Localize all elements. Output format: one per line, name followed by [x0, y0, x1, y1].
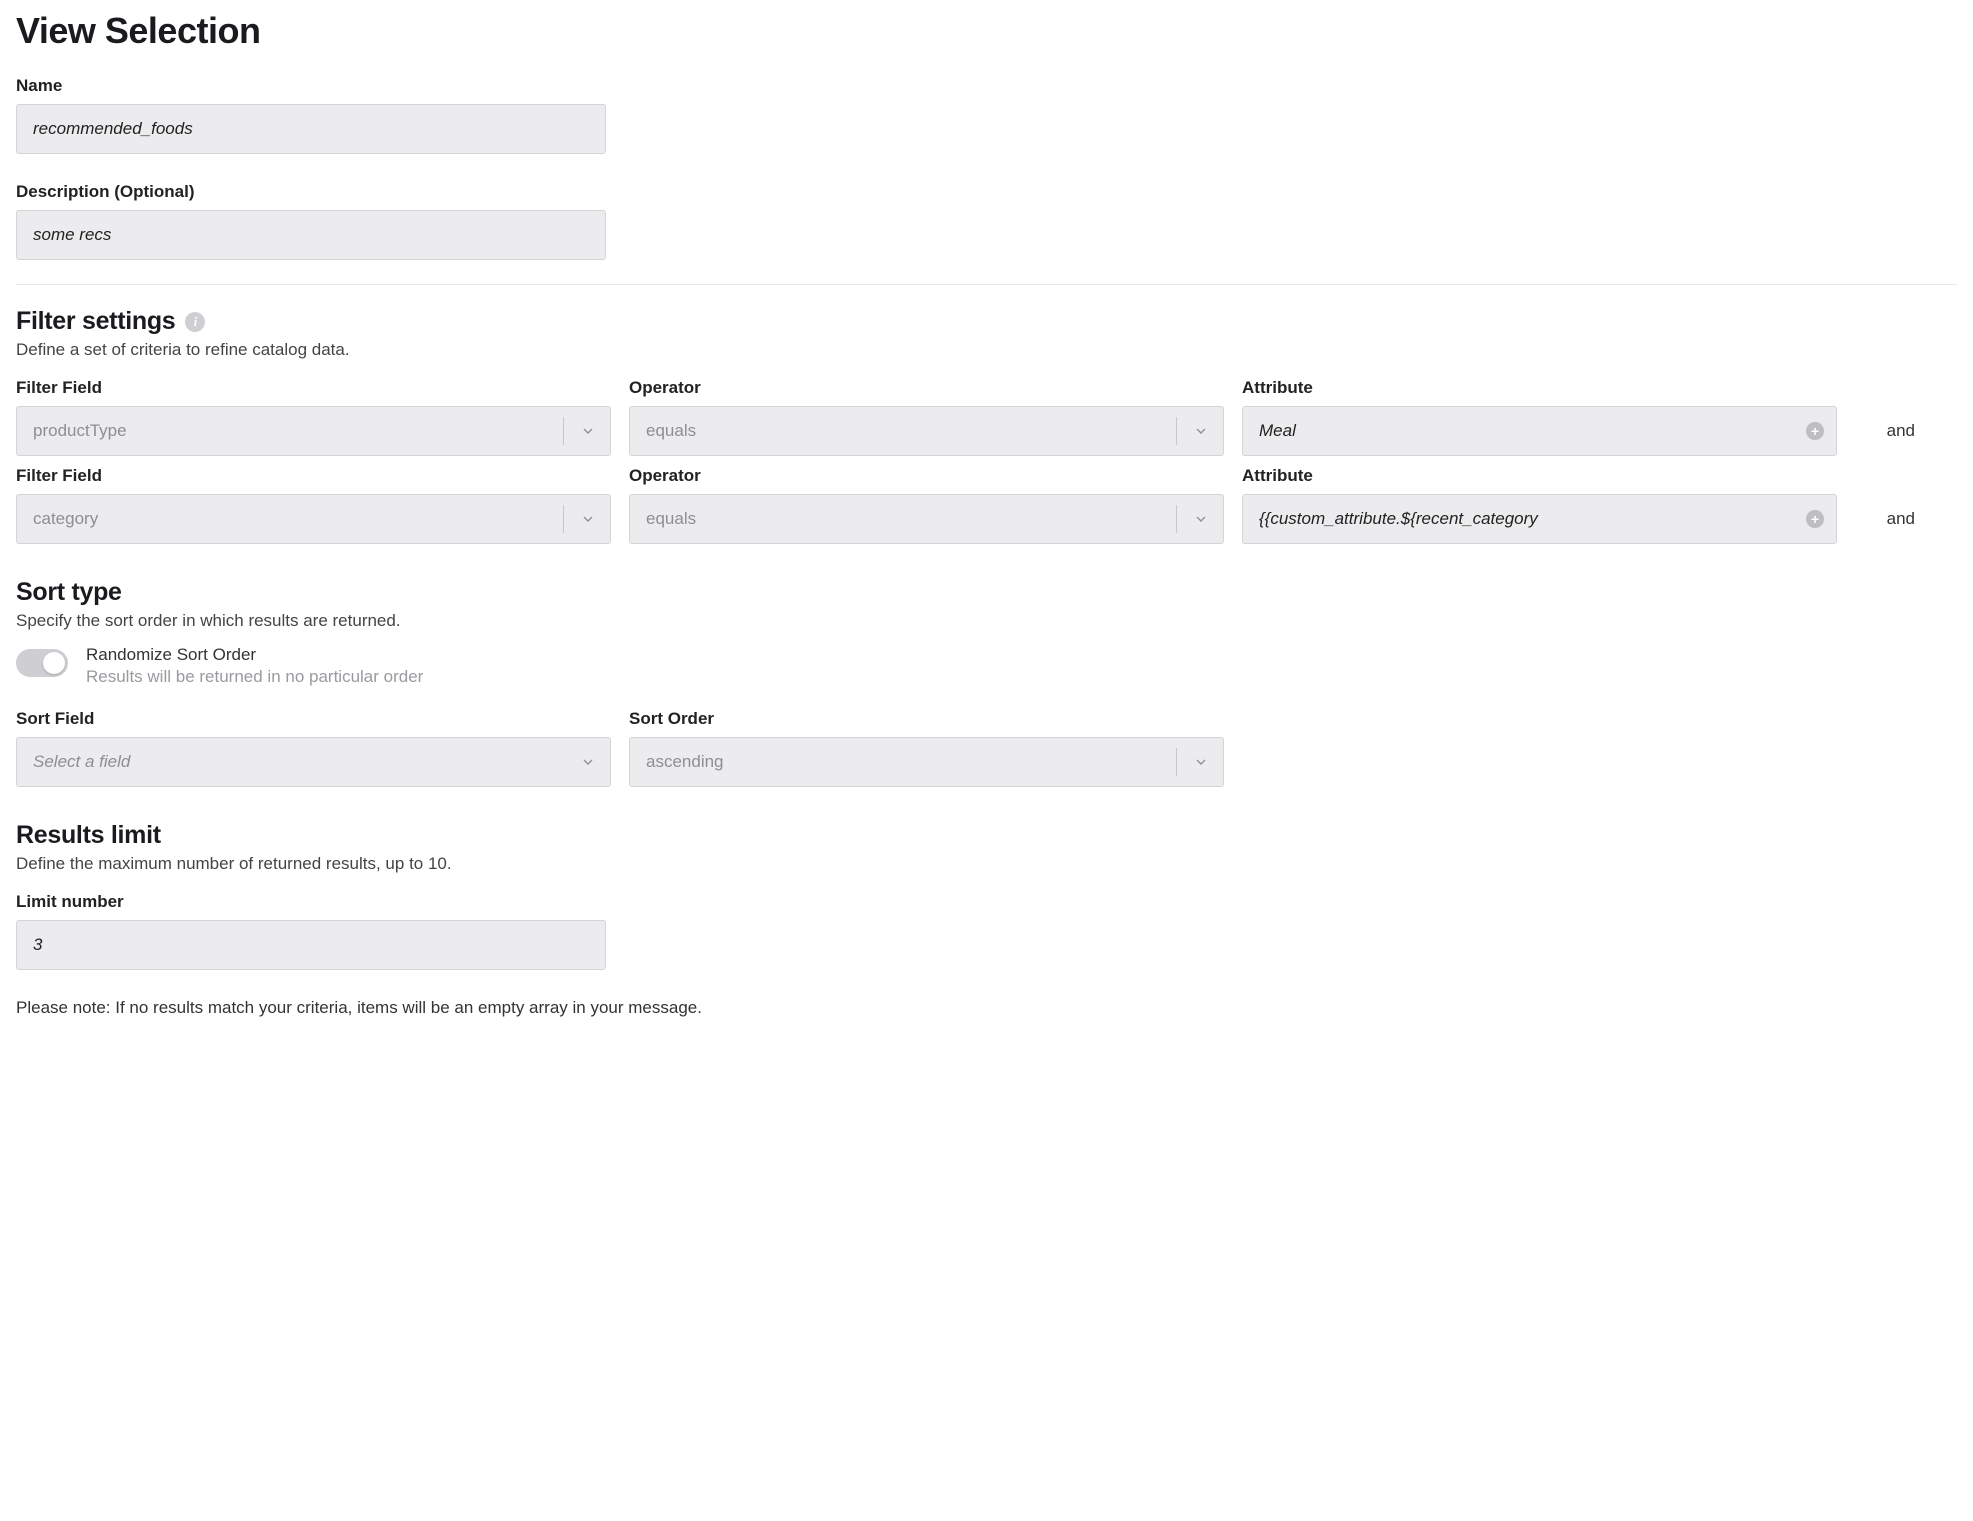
operator-value-1: equals	[646, 509, 1169, 529]
chevron-down-icon	[1193, 511, 1209, 527]
sort-field-col: Sort Field Select a field	[16, 709, 611, 787]
chevron-down-icon	[580, 511, 596, 527]
page-title: View Selection	[16, 10, 1957, 52]
operator-select-1[interactable]: equals	[629, 494, 1224, 544]
filter-row-0-field-col: Filter Field productType	[16, 378, 611, 456]
select-divider	[1176, 505, 1177, 533]
filter-field-value-0: productType	[33, 421, 556, 441]
randomize-toggle[interactable]	[16, 649, 68, 677]
conjunction-0: and	[1887, 406, 1915, 456]
filter-settings-desc: Define a set of criteria to refine catal…	[16, 340, 1957, 360]
plus-circle-icon[interactable]: +	[1806, 422, 1824, 440]
operator-select-0[interactable]: equals	[629, 406, 1224, 456]
chevron-down-icon	[580, 423, 596, 439]
chevron-down-icon	[1193, 754, 1209, 770]
filter-field-select-0[interactable]: productType	[16, 406, 611, 456]
select-divider	[1176, 417, 1177, 445]
description-input[interactable]	[16, 210, 606, 260]
divider	[16, 284, 1957, 285]
toggle-knob	[43, 652, 65, 674]
sort-order-select[interactable]: ascending	[629, 737, 1224, 787]
limit-number-input[interactable]	[16, 920, 606, 970]
filter-field-value-1: category	[33, 509, 556, 529]
sort-order-label: Sort Order	[629, 709, 1224, 729]
sort-field-select[interactable]: Select a field	[16, 737, 611, 787]
filter-row-0-attribute-col: Attribute Meal +	[1242, 378, 1837, 456]
conjunction-1: and	[1887, 494, 1915, 544]
results-note: Please note: If no results match your cr…	[16, 998, 1957, 1018]
filter-row-1-field-col: Filter Field category	[16, 466, 611, 544]
attribute-label: Attribute	[1242, 466, 1837, 486]
operator-value-0: equals	[646, 421, 1169, 441]
attribute-label: Attribute	[1242, 378, 1837, 398]
operator-label: Operator	[629, 378, 1224, 398]
filter-field-label: Filter Field	[16, 378, 611, 398]
filter-row-1-operator-col: Operator equals	[629, 466, 1224, 544]
randomize-toggle-text: Randomize Sort Order Results will be ret…	[86, 645, 423, 687]
filter-settings-heading: Filter settings	[16, 307, 175, 336]
sort-field-label: Sort Field	[16, 709, 611, 729]
sort-order-value: ascending	[646, 752, 1169, 772]
filter-row-0-operator-col: Operator equals	[629, 378, 1224, 456]
info-icon[interactable]: i	[185, 312, 205, 332]
chevron-down-icon	[580, 754, 596, 770]
chevron-down-icon	[1193, 423, 1209, 439]
select-divider	[1176, 748, 1177, 776]
randomize-toggle-desc: Results will be returned in no particula…	[86, 667, 423, 687]
attribute-input-1[interactable]: {{custom_attribute.${recent_category +	[1242, 494, 1837, 544]
attribute-value-1: {{custom_attribute.${recent_category	[1259, 509, 1792, 529]
sort-field-placeholder: Select a field	[33, 752, 566, 772]
randomize-toggle-row: Randomize Sort Order Results will be ret…	[16, 645, 1957, 687]
filter-grid: Filter Field productType Operator equals…	[16, 378, 1957, 544]
attribute-value-0: Meal	[1259, 421, 1792, 441]
description-field-block: Description (Optional)	[16, 182, 1957, 260]
filter-field-label: Filter Field	[16, 466, 611, 486]
results-limit-section: Results limit Define the maximum number …	[16, 821, 1957, 970]
name-input[interactable]	[16, 104, 606, 154]
limit-number-label: Limit number	[16, 892, 1957, 912]
randomize-toggle-title: Randomize Sort Order	[86, 645, 423, 665]
plus-circle-icon[interactable]: +	[1806, 510, 1824, 528]
filter-settings-heading-row: Filter settings i	[16, 307, 1957, 336]
view-selection-form: View Selection Name Description (Optiona…	[0, 0, 1973, 1075]
description-label: Description (Optional)	[16, 182, 1957, 202]
filter-field-select-1[interactable]: category	[16, 494, 611, 544]
operator-label: Operator	[629, 466, 1224, 486]
sort-type-section: Sort type Specify the sort order in whic…	[16, 578, 1957, 787]
filter-row-0-and-col: and	[1855, 378, 1915, 456]
sort-order-col: Sort Order ascending	[629, 709, 1224, 787]
attribute-input-0[interactable]: Meal +	[1242, 406, 1837, 456]
sort-grid: Sort Field Select a field Sort Order asc…	[16, 709, 1957, 787]
results-limit-desc: Define the maximum number of returned re…	[16, 854, 1957, 874]
sort-type-desc: Specify the sort order in which results …	[16, 611, 1957, 631]
name-label: Name	[16, 76, 1957, 96]
results-limit-heading: Results limit	[16, 821, 1957, 850]
select-divider	[563, 417, 564, 445]
sort-type-heading: Sort type	[16, 578, 1957, 607]
name-field-block: Name	[16, 76, 1957, 154]
filter-row-1-attribute-col: Attribute {{custom_attribute.${recent_ca…	[1242, 466, 1837, 544]
select-divider	[563, 505, 564, 533]
filter-row-1-and-col: and	[1855, 466, 1915, 544]
